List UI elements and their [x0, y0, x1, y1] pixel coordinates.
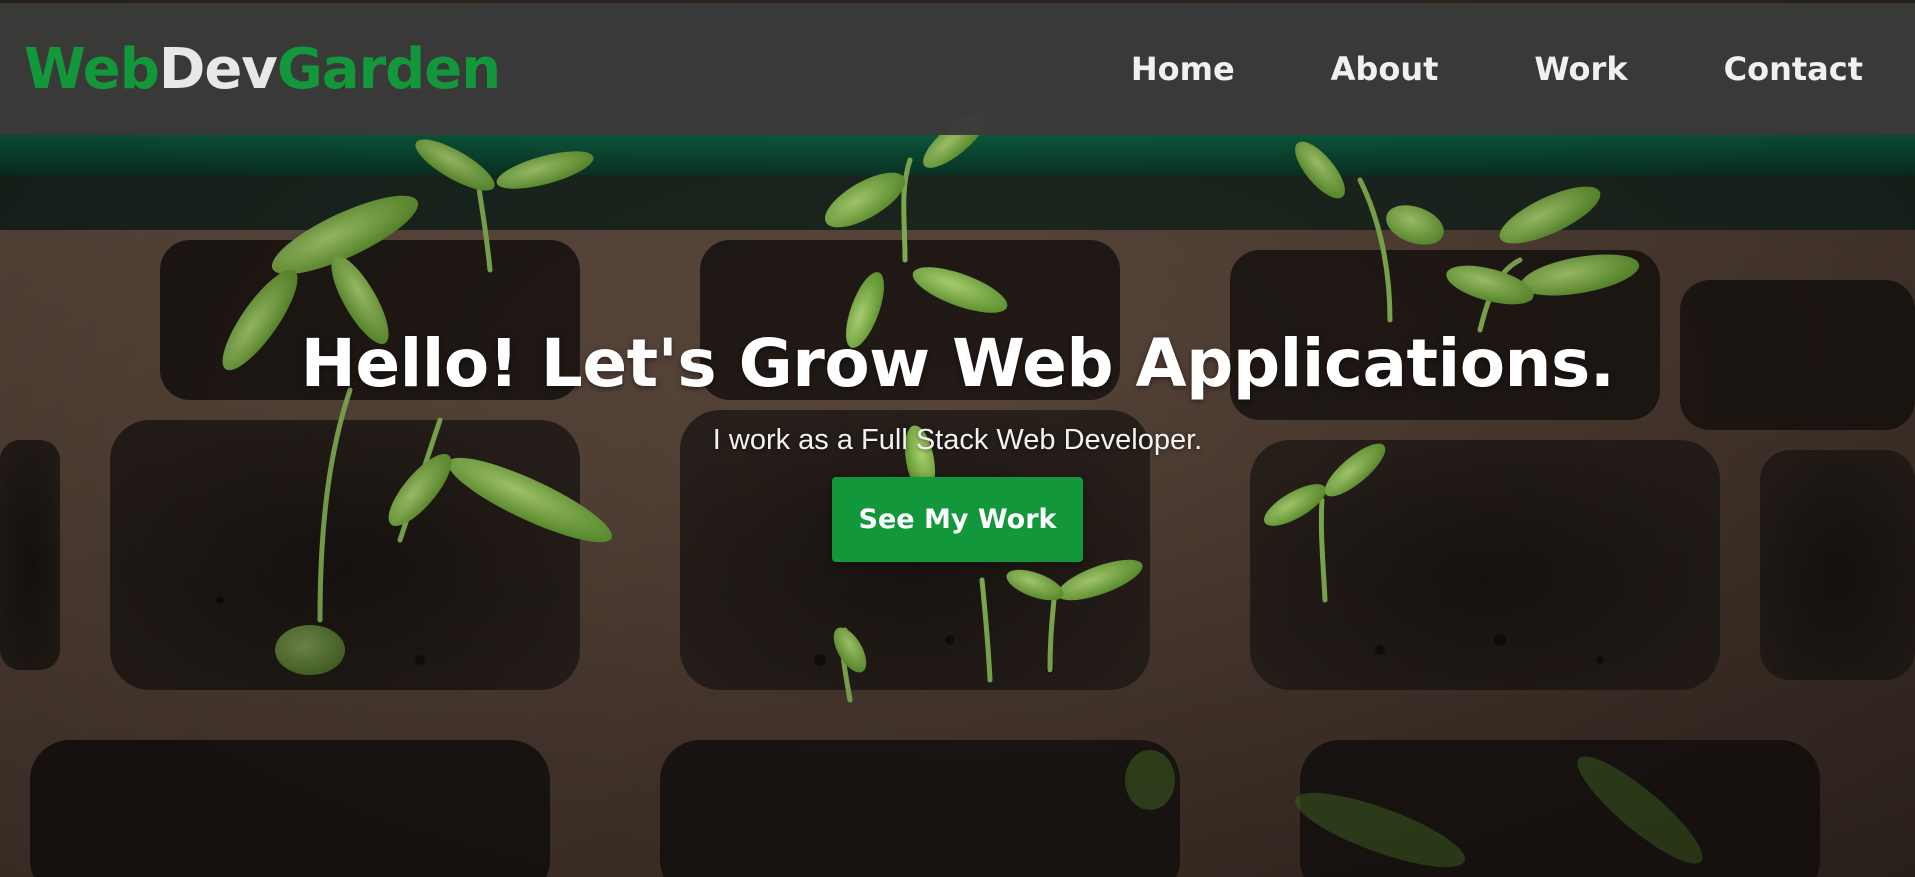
see-my-work-button[interactable]: See My Work	[832, 477, 1083, 562]
nav-link-home[interactable]: Home	[1083, 50, 1283, 88]
nav-link-about[interactable]: About	[1283, 50, 1487, 88]
brand-logo[interactable]: Web Dev Garden	[24, 36, 501, 102]
nav-link-work[interactable]: Work	[1486, 50, 1675, 88]
brand-part-web: Web	[24, 36, 160, 102]
brand-part-garden: Garden	[276, 36, 501, 102]
brand-part-dev: Dev	[158, 36, 278, 102]
navbar: Web Dev Garden Home About Work Contact	[0, 3, 1915, 135]
main-nav: Home About Work Contact	[1083, 50, 1863, 88]
hero-content: Hello! Let's Grow Web Applications. I wo…	[0, 325, 1915, 562]
hero-title: Hello! Let's Grow Web Applications.	[300, 325, 1615, 402]
hero-subtitle: I work as a Full Stack Web Developer.	[712, 424, 1203, 456]
nav-link-contact[interactable]: Contact	[1676, 50, 1863, 88]
